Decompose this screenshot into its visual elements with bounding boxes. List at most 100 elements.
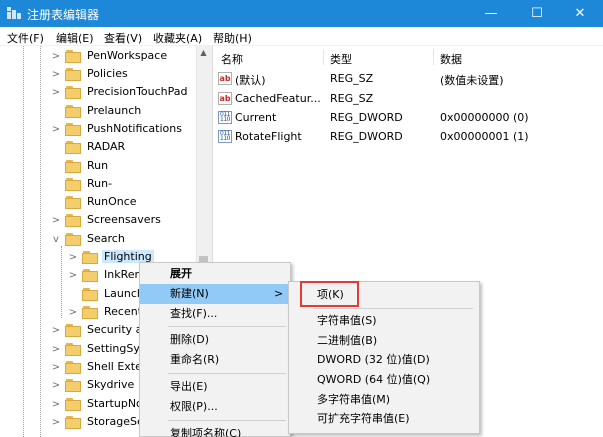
- value-row-cachedfeature[interactable]: ab CachedFeatur... REG_SZ: [213, 89, 603, 108]
- menu-file[interactable]: 文件(F): [7, 30, 44, 46]
- value-type: REG_SZ: [330, 92, 374, 105]
- folder-icon: [65, 324, 81, 337]
- minimize-button[interactable]: —: [468, 0, 514, 27]
- menu-separator: [168, 420, 286, 421]
- binary-value-icon: 011 110: [218, 111, 232, 124]
- expand-chevron-icon[interactable]: >: [51, 344, 61, 356]
- column-header-type[interactable]: 类型: [330, 51, 352, 67]
- window-title: 注册表编辑器: [27, 8, 100, 22]
- expand-chevron-icon[interactable]: >: [51, 399, 61, 411]
- value-type: REG_SZ: [330, 72, 374, 85]
- expand-chevron-icon: [51, 106, 61, 118]
- menu-item-new-expandable-string-value[interactable]: 可扩充字符串值(E): [289, 409, 479, 429]
- folder-icon: [65, 214, 81, 227]
- menu-item-delete[interactable]: 删除(D): [140, 330, 290, 350]
- tree-guide-line: [23, 46, 24, 437]
- folder-icon: [82, 288, 98, 301]
- column-header-data[interactable]: 数据: [440, 51, 462, 67]
- folder-icon: [65, 343, 81, 356]
- value-row-rotateflight[interactable]: 011 110 RotateFlight REG_DWORD 0x0000000…: [213, 127, 603, 146]
- menu-favorites[interactable]: 收藏夹(A): [153, 30, 202, 46]
- folder-icon: [65, 196, 81, 209]
- expand-chevron-icon: [51, 161, 61, 173]
- tree-item-label: StartupNo: [87, 397, 143, 410]
- menu-help[interactable]: 帮助(H): [213, 30, 252, 46]
- value-type: REG_DWORD: [330, 111, 403, 124]
- folder-icon: [65, 379, 81, 392]
- expand-chevron-icon[interactable]: >: [51, 215, 61, 227]
- expand-chevron-icon[interactable]: >: [68, 252, 78, 264]
- folder-icon: [65, 68, 81, 81]
- string-value-icon: ab: [218, 92, 232, 105]
- expand-chevron-icon: [68, 289, 78, 301]
- collapse-chevron-icon[interactable]: v: [51, 234, 61, 246]
- expand-chevron-icon[interactable]: >: [51, 380, 61, 392]
- expand-chevron-icon: [51, 142, 61, 154]
- folder-icon: [65, 361, 81, 374]
- menu-item-new-dword-value[interactable]: DWORD (32 位)值(D): [289, 350, 479, 370]
- column-divider[interactable]: [433, 49, 434, 65]
- expand-chevron-icon: [51, 179, 61, 191]
- folder-icon: [65, 233, 81, 246]
- menu-item-new[interactable]: 新建(N) >: [140, 284, 290, 304]
- menu-separator: [168, 373, 286, 374]
- folder-icon: [65, 398, 81, 411]
- menu-item-export[interactable]: 导出(E): [140, 377, 290, 397]
- tree-item-label: Skydrive: [87, 378, 135, 391]
- folder-icon: [65, 416, 81, 429]
- tree-guide-line: [61, 246, 62, 318]
- menu-edit[interactable]: 编辑(E): [56, 30, 94, 46]
- expand-chevron-icon[interactable]: >: [51, 325, 61, 337]
- value-name: Current: [235, 111, 277, 124]
- close-button[interactable]: ✕: [557, 0, 603, 27]
- column-divider[interactable]: [323, 49, 324, 65]
- tree-item-label: Run: [87, 159, 109, 172]
- folder-icon: [65, 105, 81, 118]
- expand-chevron-icon[interactable]: >: [68, 307, 78, 319]
- value-name: (默认): [235, 74, 266, 87]
- folder-icon: [82, 269, 98, 282]
- menu-item-new-binary-value[interactable]: 二进制值(B): [289, 331, 479, 351]
- tree-item-label: RADAR: [87, 140, 126, 153]
- maximize-button[interactable]: ☐: [514, 0, 560, 27]
- binary-value-icon: 011 110: [218, 130, 232, 143]
- expand-chevron-icon[interactable]: >: [51, 124, 61, 136]
- expand-chevron-icon[interactable]: >: [51, 362, 61, 374]
- menu-item-expand[interactable]: 展开: [140, 264, 290, 284]
- value-name: RotateFlight: [235, 130, 302, 143]
- string-value-icon: ab: [218, 72, 232, 85]
- expand-chevron-icon[interactable]: >: [51, 69, 61, 81]
- menu-item-label: 新建(N): [170, 287, 209, 300]
- folder-icon: [65, 86, 81, 99]
- folder-icon: [65, 178, 81, 191]
- menu-view[interactable]: 查看(V): [104, 30, 142, 46]
- menu-item-new-multi-string-value[interactable]: 多字符串值(M): [289, 390, 479, 410]
- value-data: 0x00000000 (0): [440, 111, 529, 124]
- value-data: (数值未设置): [440, 74, 504, 87]
- menu-item-new-string-value[interactable]: 字符串值(S): [289, 311, 479, 331]
- menu-item-new-qword-value[interactable]: QWORD (64 位)值(Q): [289, 370, 479, 390]
- menu-item-find[interactable]: 查找(F)...: [140, 304, 290, 324]
- folder-icon: [82, 306, 98, 319]
- menu-item-rename[interactable]: 重命名(R): [140, 350, 290, 370]
- expand-chevron-icon[interactable]: >: [68, 270, 78, 282]
- tree-item-label: Run-: [87, 177, 113, 190]
- value-row-default[interactable]: ab (默认) REG_SZ (数值未设置): [213, 69, 603, 88]
- value-name: CachedFeatur...: [235, 92, 321, 105]
- menu-item-permissions[interactable]: 权限(P)...: [140, 397, 290, 417]
- value-row-current[interactable]: 011 110 Current REG_DWORD 0x00000000 (0): [213, 108, 603, 127]
- tree-item-label: SettingSyr: [87, 342, 145, 355]
- expand-chevron-icon[interactable]: >: [51, 87, 61, 99]
- tree-item-label: PushNotifications: [87, 122, 182, 135]
- folder-icon: [65, 141, 81, 154]
- tree-item-label: Screensavers: [87, 213, 161, 226]
- tree-item-label: Recent: [104, 305, 143, 318]
- tree-guide-line: [40, 46, 41, 437]
- folder-icon: [65, 160, 81, 173]
- expand-chevron-icon[interactable]: >: [51, 51, 61, 63]
- tree-item-label: Prelaunch: [87, 104, 142, 117]
- menu-item-copy-key-name[interactable]: 复制项名称(C): [140, 424, 290, 437]
- column-header-name[interactable]: 名称: [221, 51, 243, 67]
- title-bar: 注册表编辑器 — ☐ ✕: [0, 0, 603, 27]
- expand-chevron-icon[interactable]: >: [51, 417, 61, 429]
